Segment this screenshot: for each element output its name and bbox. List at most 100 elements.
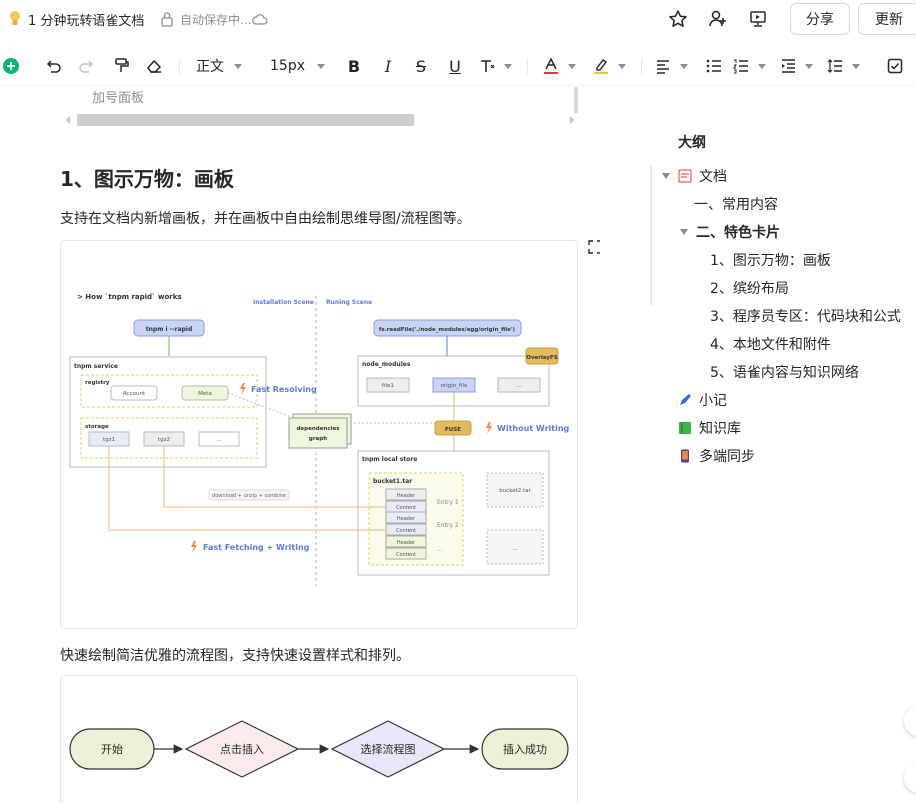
start-label: 开始 xyxy=(101,742,123,756)
entry2-label: Entry 2 xyxy=(437,522,459,529)
installation-scene-label: Installation Scene xyxy=(253,299,314,306)
bullet-list-icon[interactable] xyxy=(705,54,723,78)
toolbar-divider xyxy=(527,58,528,74)
paragraph: 快速绘制简洁优雅的流程图，支持快速设置样式和排列。 xyxy=(60,648,410,664)
chevron-down-icon xyxy=(504,63,512,69)
fullscreen-icon[interactable] xyxy=(588,240,600,254)
cmd-read-label: fs.readFile('./node_modules/egg/origin_f… xyxy=(379,327,516,333)
doc-title[interactable]: 1 分钟玩转语雀文档 xyxy=(28,10,144,29)
chevron-down-icon xyxy=(234,63,242,69)
chevron-down-icon xyxy=(680,63,688,69)
lightning-icon xyxy=(486,422,492,434)
image-edge xyxy=(574,87,578,113)
meta-label: Meta xyxy=(198,391,212,397)
outline-item-kb[interactable]: 知识库 xyxy=(678,418,741,438)
green-book-icon xyxy=(679,422,691,434)
editor-toolbar: 正文 15px B I S U xyxy=(0,46,916,86)
font-size-select[interactable]: 15px xyxy=(270,54,328,78)
bucket-more-label: ... xyxy=(512,546,517,552)
undo-icon[interactable] xyxy=(42,54,64,78)
entry1-content-label: Content xyxy=(396,505,416,511)
storage-more-label: ... xyxy=(216,437,221,443)
registry-label: registry xyxy=(85,380,110,386)
floating-action-button[interactable] xyxy=(904,706,916,736)
fast-fetching-label: Fast Fetching + Writing xyxy=(203,543,310,552)
font-size-value: 15px xyxy=(270,58,305,74)
highlight-color-icon[interactable] xyxy=(593,54,629,78)
choose-flow-label: 选择流程图 xyxy=(361,742,416,756)
scroll-right-icon[interactable] xyxy=(568,115,576,125)
toolbar-divider xyxy=(179,58,180,74)
insert-plus-icon[interactable] xyxy=(2,54,20,78)
lock-icon xyxy=(161,12,173,27)
entry1-header-label: Header xyxy=(397,493,416,499)
section-heading: 1、图示万物：画板 xyxy=(60,167,234,191)
horizontal-scrollbar[interactable] xyxy=(77,114,414,126)
outline-item-doc[interactable]: 文档 xyxy=(662,166,727,186)
entry3-content-label: Content xyxy=(396,552,416,558)
italic-icon[interactable]: I xyxy=(377,54,399,78)
paragraph-style-select[interactable]: 正文 xyxy=(196,54,250,78)
scroll-left-icon[interactable] xyxy=(64,115,72,125)
dep-graph-label-2: graph xyxy=(309,436,327,442)
origin-file-label: origin_file xyxy=(441,383,468,389)
flowchart-card[interactable]: 开始 点击插入 选择流程图 插入成功 xyxy=(60,675,578,803)
tgz2-label: tgz2 xyxy=(158,437,170,443)
paragraph-style-value: 正文 xyxy=(196,59,224,75)
present-icon[interactable] xyxy=(746,7,770,31)
mobile-phone-icon xyxy=(681,449,689,463)
clear-format-icon[interactable] xyxy=(143,54,165,78)
redo-icon[interactable] xyxy=(76,54,98,78)
outline-item-board[interactable]: 1、图示万物：画板 xyxy=(710,250,831,270)
dep-graph-box xyxy=(288,417,348,449)
floating-action-button[interactable] xyxy=(904,763,916,793)
tgz1-label: tgz1 xyxy=(103,437,115,443)
update-button[interactable]: 更新 xyxy=(858,3,916,35)
bold-icon[interactable]: B xyxy=(343,54,365,78)
chevron-down-icon[interactable] xyxy=(662,173,670,179)
share-button[interactable]: 分享 xyxy=(790,3,850,35)
overlayfs-label: OverlayFS xyxy=(526,355,557,361)
format-painter-icon[interactable] xyxy=(110,54,132,78)
nm-more-label: ... xyxy=(516,383,521,389)
outline-title: 大纲 xyxy=(678,135,706,151)
outline-item-sync[interactable]: 多端同步 xyxy=(678,446,755,466)
outline-item-layout[interactable]: 2、缤纷布局 xyxy=(710,278,789,298)
tnpm-service-box xyxy=(69,356,267,468)
font-color-icon[interactable] xyxy=(543,54,579,78)
paragraph: 支持在文档内新增画板，并在画板中自由绘制思维导图/流程图等。 xyxy=(60,211,471,227)
outline-item-network[interactable]: 5、语雀内容与知识网络 xyxy=(710,362,859,382)
ordered-list-icon[interactable] xyxy=(733,54,769,78)
strikethrough-icon[interactable]: S xyxy=(410,54,432,78)
task-list-icon[interactable] xyxy=(886,54,904,78)
local-store-label: tnpm local store xyxy=(362,456,417,463)
top-bar: 1 分钟玩转语雀文档 自动保存中... 分享 更新 xyxy=(0,0,916,38)
dep-graph-label-1: dependencies xyxy=(297,426,341,432)
more-text-format-icon[interactable] xyxy=(478,54,514,78)
tnpm-service-label: tnpm service xyxy=(74,363,118,370)
chevron-down-icon xyxy=(852,63,860,69)
line-height-icon[interactable] xyxy=(827,54,863,78)
board-card[interactable]: > How `tnpm rapid` works Installation Sc… xyxy=(60,240,578,629)
add-collaborator-icon[interactable] xyxy=(706,7,730,31)
architecture-board: > How `tnpm rapid` works Installation Sc… xyxy=(69,293,570,586)
account-label: Account xyxy=(123,391,146,397)
insert-success-label: 插入成功 xyxy=(503,742,547,756)
star-icon[interactable] xyxy=(666,7,690,31)
indent-icon[interactable] xyxy=(780,54,816,78)
fast-resolving-label: Fast Resolving xyxy=(251,385,317,394)
cloud-icon xyxy=(252,14,268,25)
outline-item-files[interactable]: 4、本地文件和附件 xyxy=(710,334,831,354)
outline-item-notes[interactable]: 小记 xyxy=(678,390,727,410)
pen-icon xyxy=(680,394,691,405)
outline-item-code[interactable]: 3、程序员专区：代码块和公式 xyxy=(710,306,901,326)
toolbar-divider xyxy=(641,58,642,74)
underline-icon[interactable]: U xyxy=(444,54,466,78)
bucket1-label: bucket1.tar xyxy=(373,478,412,485)
cmd-install-label: tnpm i --rapid xyxy=(146,326,193,333)
outline-item-common[interactable]: 一、常用内容 xyxy=(694,194,778,214)
outline-item-cards[interactable]: 二、特色卡片 xyxy=(680,222,780,242)
document-body: 加号面板 1、图示万物：画板 支持在文档内新增画板，并在画板中自由绘制思维导图/… xyxy=(0,87,600,803)
chevron-down-icon[interactable] xyxy=(680,229,688,235)
align-icon[interactable] xyxy=(655,54,691,78)
